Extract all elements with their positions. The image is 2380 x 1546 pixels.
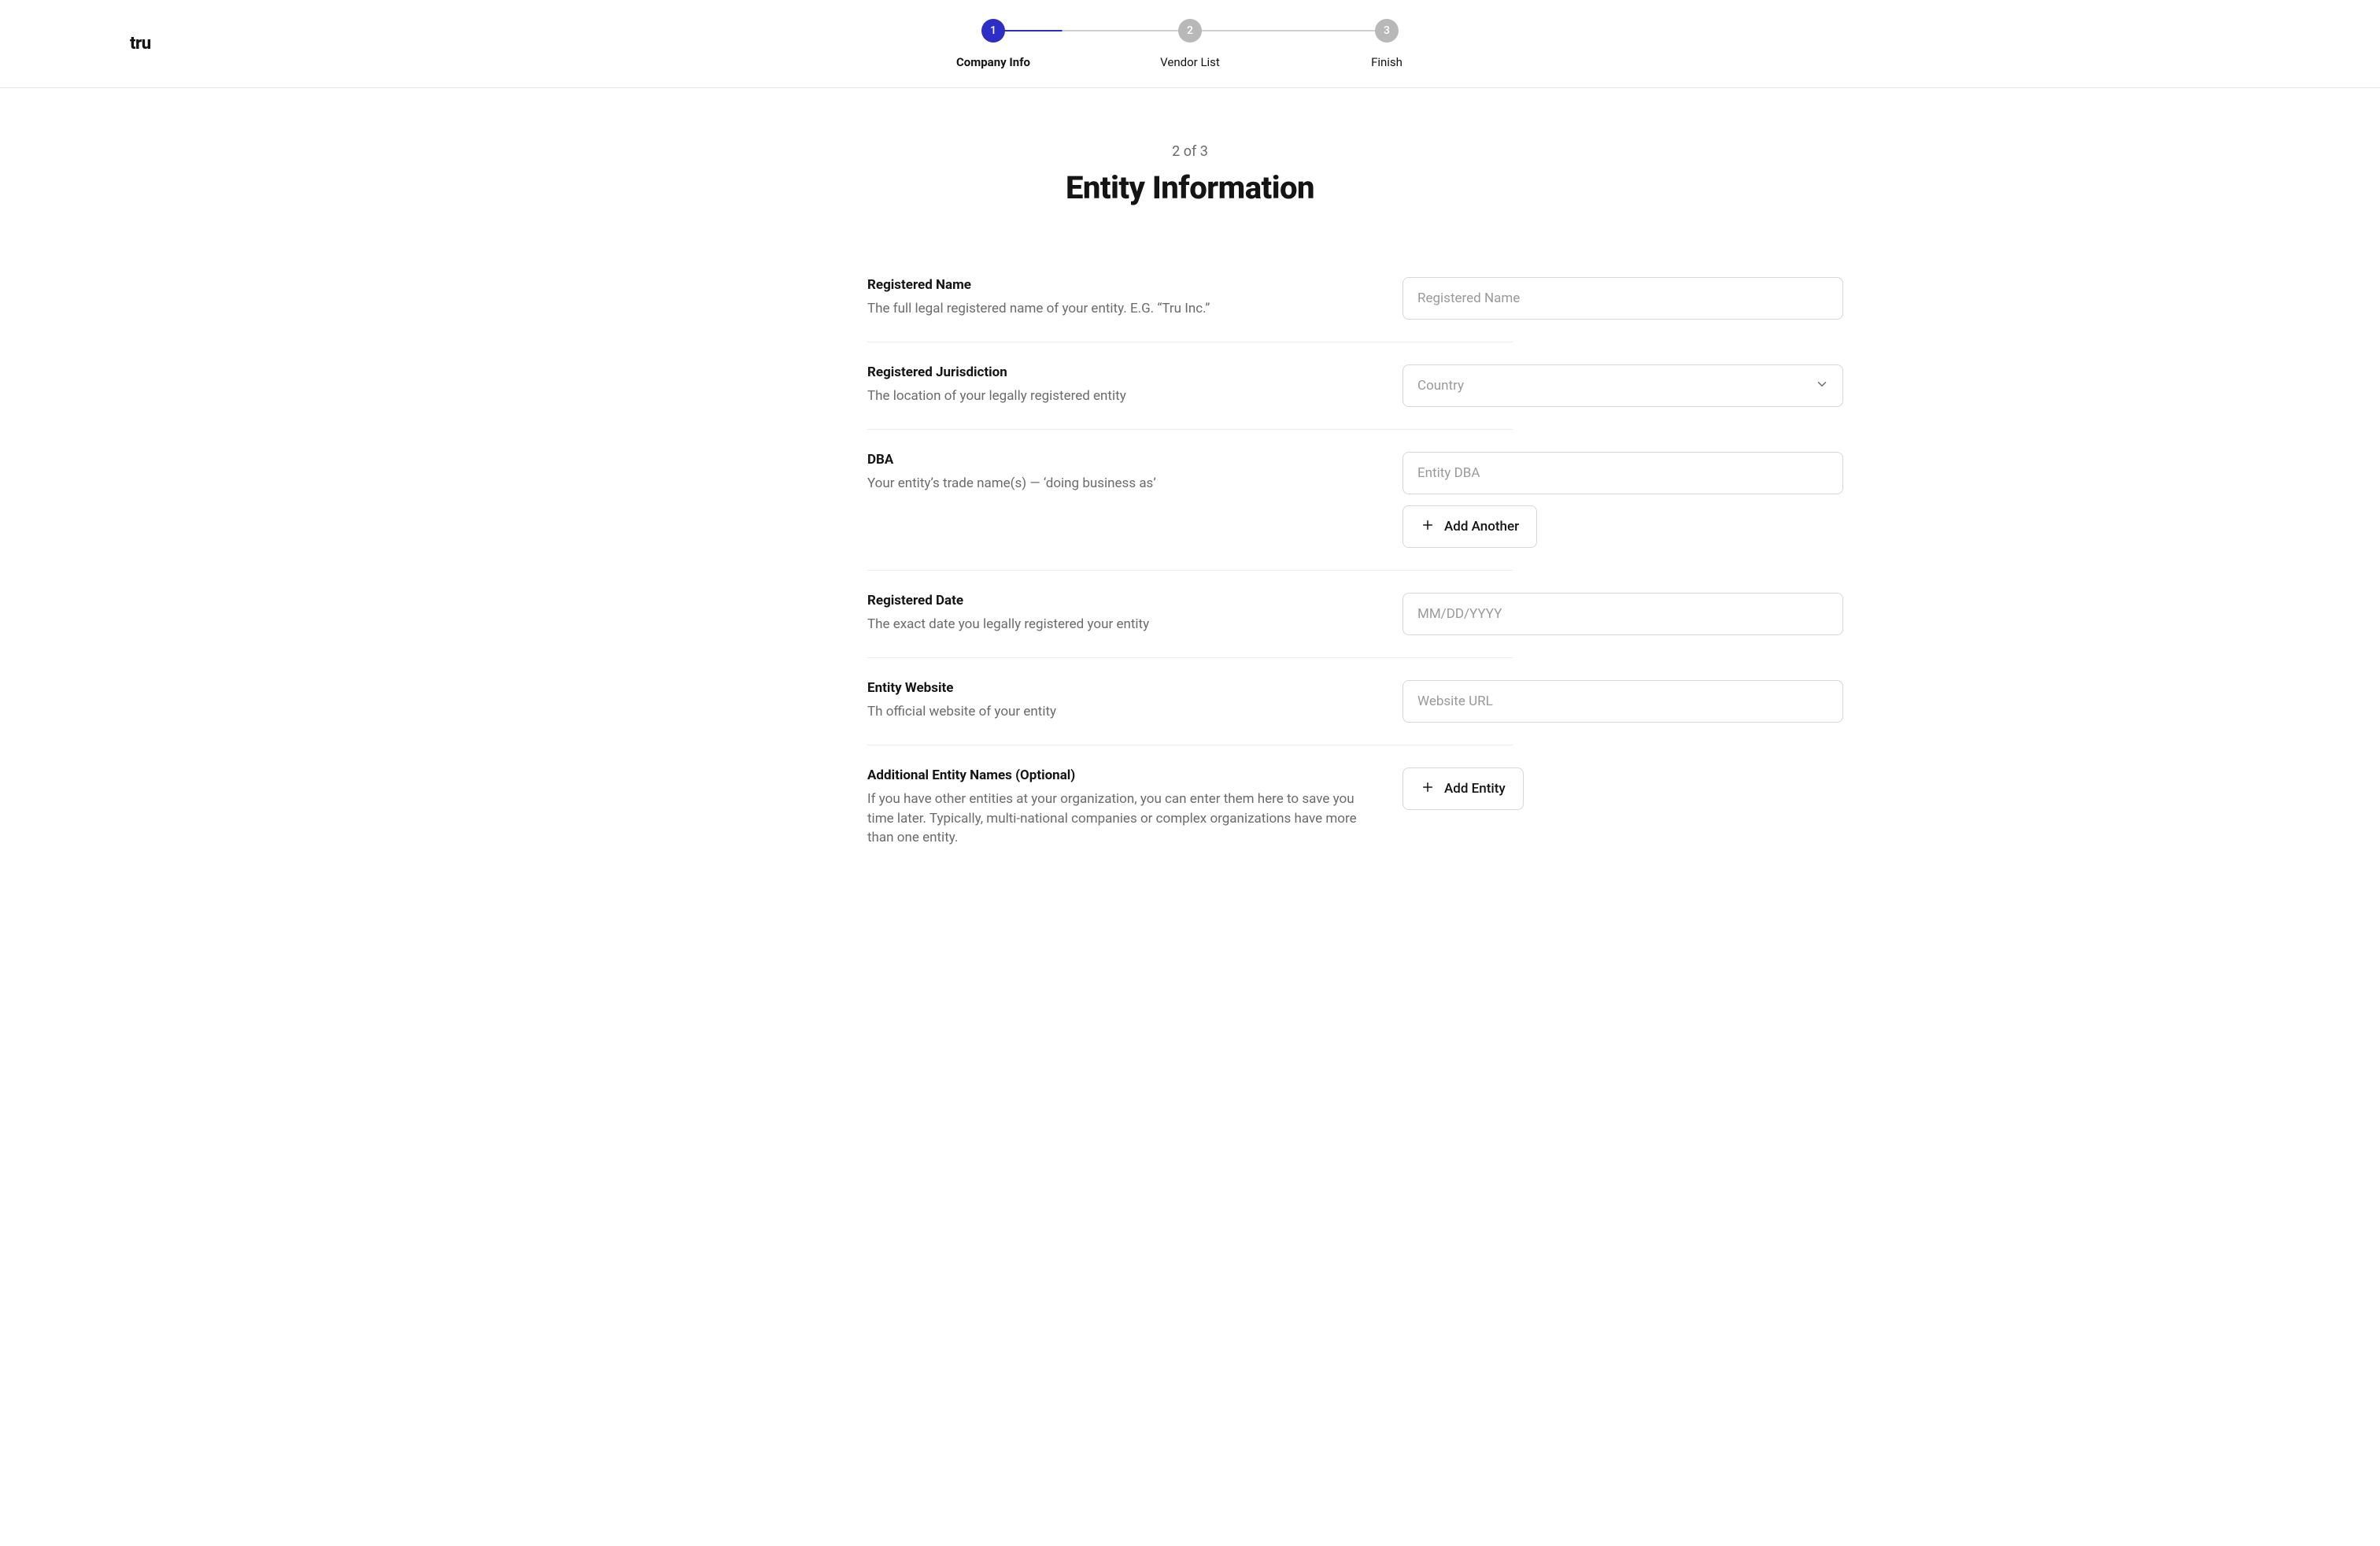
additional-help: If you have other entities at your organ… (867, 790, 1371, 848)
plus-icon (1421, 518, 1435, 536)
dba-help: Your entity’s trade name(s) — ‘doing bus… (867, 474, 1371, 494)
jurisdiction-help: The location of your legally registered … (867, 386, 1371, 406)
field-registered-date: Registered Date The exact date you legal… (867, 571, 1513, 658)
website-label: Entity Website (867, 680, 1371, 696)
registered-date-help: The exact date you legally registered yo… (867, 615, 1371, 634)
additional-label: Additional Entity Names (Optional) (867, 767, 1371, 783)
field-label-col: Entity Website Th official website of yo… (867, 680, 1402, 722)
step-circle-2: 2 (1178, 19, 1202, 43)
add-entity-button[interactable]: Add Entity (1402, 767, 1524, 810)
page-title: Entity Information (623, 169, 1757, 206)
field-label-col: Registered Jurisdiction The location of … (867, 364, 1402, 406)
jurisdiction-label: Registered Jurisdiction (867, 364, 1371, 380)
field-input-col: Add Another (1402, 452, 1843, 548)
add-another-dba-button[interactable]: Add Another (1402, 505, 1537, 548)
field-input-col: Add Entity (1402, 767, 1843, 810)
registered-date-input[interactable] (1402, 593, 1843, 635)
registered-date-label: Registered Date (867, 593, 1371, 608)
field-input-col (1402, 680, 1843, 723)
field-jurisdiction: Registered Jurisdiction The location of … (867, 342, 1513, 430)
field-label-col: Additional Entity Names (Optional) If yo… (867, 767, 1402, 848)
registered-name-input[interactable] (1402, 277, 1843, 320)
field-label-col: Registered Name The full legal registere… (867, 277, 1402, 319)
step-connector-1 (993, 30, 1190, 31)
add-another-label: Add Another (1444, 519, 1519, 534)
progress-stepper: 1 Company Info 2 Vendor List 3 Finish (895, 19, 1485, 69)
jurisdiction-select[interactable]: Country (1402, 364, 1843, 407)
dba-input[interactable] (1402, 452, 1843, 494)
jurisdiction-select-wrap: Country (1402, 364, 1843, 407)
step-company-info[interactable]: 1 Company Info (895, 19, 1092, 69)
field-additional-entities: Additional Entity Names (Optional) If yo… (867, 745, 1513, 870)
field-input-col (1402, 593, 1843, 635)
step-circle-3: 3 (1375, 19, 1399, 43)
step-label-3: Finish (1371, 55, 1402, 69)
registered-name-label: Registered Name (867, 277, 1371, 293)
brand-logo: tru (130, 34, 151, 54)
field-label-col: Registered Date The exact date you legal… (867, 593, 1402, 634)
field-registered-name: Registered Name The full legal registere… (867, 277, 1513, 342)
main-content: 2 of 3 Entity Information Registered Nam… (623, 88, 1757, 949)
step-circle-1: 1 (981, 19, 1005, 43)
step-label-2: Vendor List (1160, 55, 1220, 69)
field-dba: DBA Your entity’s trade name(s) — ‘doing… (867, 430, 1513, 571)
registered-name-help: The full legal registered name of your e… (867, 299, 1371, 319)
step-connector-2 (1190, 30, 1387, 31)
step-vendor-list[interactable]: 2 Vendor List (1092, 19, 1288, 69)
plus-icon (1421, 780, 1435, 798)
website-input[interactable] (1402, 680, 1843, 723)
field-label-col: DBA Your entity’s trade name(s) — ‘doing… (867, 452, 1402, 494)
dba-label: DBA (867, 452, 1371, 468)
app-header: tru 1 Company Info 2 Vendor List 3 Finis… (0, 0, 2380, 88)
field-website: Entity Website Th official website of yo… (867, 658, 1513, 745)
step-finish[interactable]: 3 Finish (1288, 19, 1485, 69)
website-help: Th official website of your entity (867, 702, 1371, 722)
field-input-col: Country (1402, 364, 1843, 407)
page-counter: 2 of 3 (623, 143, 1757, 160)
field-input-col (1402, 277, 1843, 320)
entity-form: Registered Name The full legal registere… (623, 277, 1757, 870)
step-label-1: Company Info (956, 55, 1030, 69)
add-entity-label: Add Entity (1444, 781, 1506, 797)
